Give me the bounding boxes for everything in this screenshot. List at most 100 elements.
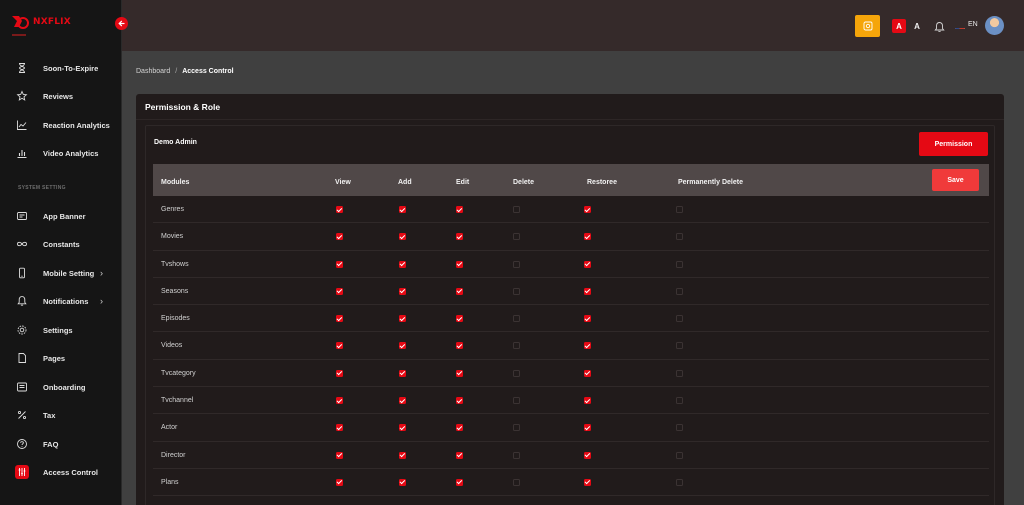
column-header-modules: Modules xyxy=(161,179,190,186)
checkbox-add[interactable] xyxy=(399,369,406,377)
font-size-small-button[interactable]: A xyxy=(892,19,906,33)
checkbox-restore[interactable] xyxy=(584,260,591,268)
checkbox-edit[interactable] xyxy=(456,342,463,350)
language-selector[interactable]: EN xyxy=(968,21,978,28)
table-row: Genres xyxy=(153,196,989,224)
collapse-sidebar-button[interactable] xyxy=(115,17,128,30)
sidebar: NXFLIX Soon-To-Expire Reviews Reaction Ana… xyxy=(0,0,122,505)
checkbox-view[interactable] xyxy=(336,342,343,350)
checkbox-delete[interactable] xyxy=(513,369,520,377)
checkbox-delete[interactable] xyxy=(513,451,520,459)
checkbox-view[interactable] xyxy=(336,206,343,213)
checkbox-permanently-delete[interactable] xyxy=(676,342,683,350)
sidebar-item-label: Access Control xyxy=(43,467,99,477)
checkbox-permanently-delete[interactable] xyxy=(676,287,683,295)
logo[interactable]: NXFLIX xyxy=(10,14,71,30)
checkbox-permanently-delete[interactable] xyxy=(676,315,683,323)
checkbox-restore[interactable] xyxy=(584,478,591,486)
checkbox-restore[interactable] xyxy=(584,424,591,432)
checkbox-delete[interactable] xyxy=(513,233,520,241)
checkbox-permanently-delete[interactable] xyxy=(676,233,683,241)
checkbox-add[interactable] xyxy=(399,397,406,405)
checkbox-edit[interactable] xyxy=(456,478,463,486)
us-flag-icon[interactable] xyxy=(955,22,965,29)
checkbox-permanently-delete[interactable] xyxy=(676,451,683,459)
font-size-large-button[interactable]: A xyxy=(912,19,922,33)
checkbox-restore[interactable] xyxy=(584,233,591,241)
checkbox-restore[interactable] xyxy=(584,206,591,213)
sidebar-item-soon-to-expire[interactable]: Soon-To-Expire xyxy=(0,56,122,80)
checkbox-restore[interactable] xyxy=(584,342,591,350)
checkbox-add[interactable] xyxy=(399,206,406,213)
sidebar-item-app-banner[interactable]: App Banner xyxy=(0,204,122,228)
checkbox-restore[interactable] xyxy=(584,287,591,295)
checkbox-edit[interactable] xyxy=(456,315,463,323)
onboarding-icon xyxy=(15,380,29,394)
table-row: Seasons xyxy=(153,278,989,306)
checkbox-view[interactable] xyxy=(336,369,343,377)
checkbox-edit[interactable] xyxy=(456,260,463,268)
sidebar-item-faq[interactable]: FAQ xyxy=(0,432,122,456)
checkbox-delete[interactable] xyxy=(513,342,520,350)
sidebar-item-constants[interactable]: Constants xyxy=(0,232,122,256)
checkbox-delete[interactable] xyxy=(513,287,520,295)
checkbox-delete[interactable] xyxy=(513,478,520,486)
checkbox-restore[interactable] xyxy=(584,315,591,323)
checkbox-delete[interactable] xyxy=(513,424,520,432)
checkbox-permanently-delete[interactable] xyxy=(676,424,683,432)
checkbox-permanently-delete[interactable] xyxy=(676,478,683,486)
checkbox-view[interactable] xyxy=(336,451,343,459)
sidebar-item-reaction-analytics[interactable]: Reaction Analytics xyxy=(0,113,122,137)
theme-toggle-button[interactable] xyxy=(855,15,880,37)
breadcrumb-dashboard-link[interactable]: Dashboard xyxy=(136,68,170,75)
checkbox-delete[interactable] xyxy=(513,260,520,268)
notification-bell-icon[interactable] xyxy=(934,20,945,33)
checkbox-view[interactable] xyxy=(336,397,343,405)
checkbox-add[interactable] xyxy=(399,260,406,268)
sidebar-item-label: Tax xyxy=(43,410,56,420)
checkbox-add[interactable] xyxy=(399,451,406,459)
checkbox-add[interactable] xyxy=(399,424,406,432)
sidebar-item-reviews[interactable]: Reviews xyxy=(0,84,122,108)
checkbox-edit[interactable] xyxy=(456,287,463,295)
checkbox-edit[interactable] xyxy=(456,424,463,432)
permission-button[interactable]: Permission xyxy=(919,132,988,156)
checkbox-permanently-delete[interactable] xyxy=(676,260,683,268)
user-avatar[interactable] xyxy=(985,16,1004,35)
checkbox-edit[interactable] xyxy=(456,369,463,377)
checkbox-view[interactable] xyxy=(336,424,343,432)
checkbox-permanently-delete[interactable] xyxy=(676,206,683,213)
checkbox-permanently-delete[interactable] xyxy=(676,397,683,405)
checkbox-permanently-delete[interactable] xyxy=(676,369,683,377)
sidebar-item-notifications[interactable]: Notifications › xyxy=(0,289,122,313)
checkbox-delete[interactable] xyxy=(513,397,520,405)
save-button[interactable]: Save xyxy=(932,169,979,191)
checkbox-view[interactable] xyxy=(336,315,343,323)
sidebar-item-onboarding[interactable]: Onboarding xyxy=(0,375,122,399)
checkbox-view[interactable] xyxy=(336,287,343,295)
checkbox-restore[interactable] xyxy=(584,451,591,459)
checkbox-edit[interactable] xyxy=(456,233,463,241)
checkbox-view[interactable] xyxy=(336,260,343,268)
checkbox-add[interactable] xyxy=(399,233,406,241)
sidebar-item-settings[interactable]: Settings xyxy=(0,318,122,342)
sidebar-item-video-analytics[interactable]: Video Analytics xyxy=(0,141,122,165)
checkbox-edit[interactable] xyxy=(456,451,463,459)
sun-icon xyxy=(863,21,872,31)
checkbox-delete[interactable] xyxy=(513,206,520,213)
checkbox-add[interactable] xyxy=(399,478,406,486)
checkbox-delete[interactable] xyxy=(513,315,520,323)
sidebar-item-pages[interactable]: Pages xyxy=(0,346,122,370)
checkbox-add[interactable] xyxy=(399,315,406,323)
sidebar-item-mobile-setting[interactable]: Mobile Setting › xyxy=(0,261,122,285)
checkbox-restore[interactable] xyxy=(584,369,591,377)
checkbox-view[interactable] xyxy=(336,233,343,241)
sidebar-item-access-control[interactable]: Access Control xyxy=(0,460,122,484)
checkbox-edit[interactable] xyxy=(456,397,463,405)
checkbox-add[interactable] xyxy=(399,287,406,295)
checkbox-restore[interactable] xyxy=(584,397,591,405)
sidebar-item-tax[interactable]: Tax xyxy=(0,403,122,427)
checkbox-edit[interactable] xyxy=(456,206,463,213)
checkbox-view[interactable] xyxy=(336,478,343,486)
checkbox-add[interactable] xyxy=(399,342,406,350)
